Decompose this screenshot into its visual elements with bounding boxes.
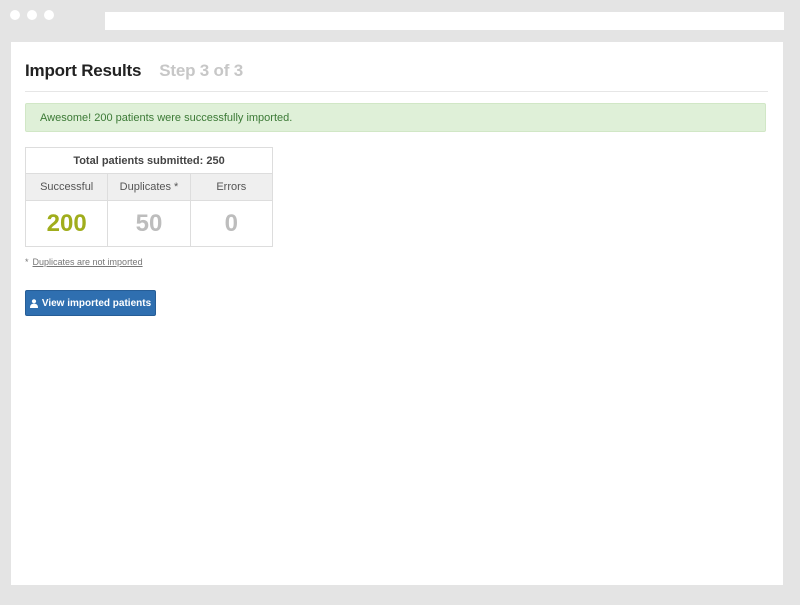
- footnote-star: *: [25, 257, 29, 267]
- window-dot[interactable]: [10, 10, 20, 20]
- success-alert: Awesome! 200 patients were successfully …: [25, 103, 766, 132]
- user-icon: [29, 298, 38, 308]
- page-header: Import Results Step 3 of 3: [25, 61, 768, 92]
- footnote-link[interactable]: Duplicates are not imported: [33, 257, 143, 267]
- errors-count: 0: [189, 200, 274, 247]
- stats-header-row: Successful Duplicates * Errors: [24, 173, 274, 201]
- window-controls: [10, 10, 54, 20]
- total-submitted-label: Total patients submitted: 250: [25, 147, 273, 174]
- view-button-label: View imported patients: [41, 297, 152, 309]
- window-dot[interactable]: [27, 10, 37, 20]
- duplicates-count: 50: [107, 200, 191, 247]
- alert-message: Awesome! 200 patients were successfully …: [40, 111, 293, 124]
- view-imported-patients-button[interactable]: View imported patients: [25, 290, 156, 316]
- window-dot[interactable]: [44, 10, 54, 20]
- step-indicator: Step 3 of 3: [159, 61, 243, 80]
- total-row: Total patients submitted: 250: [25, 147, 273, 174]
- column-header-successful: Successful: [24, 173, 109, 201]
- import-stats-table: Total patients submitted: 250 Successful…: [24, 147, 274, 247]
- column-header-duplicates: Duplicates *: [107, 173, 191, 201]
- duplicates-footnote: * Duplicates are not imported: [25, 257, 143, 267]
- page-title: Import Results: [25, 61, 142, 80]
- column-header-errors: Errors: [189, 173, 274, 201]
- page-content: Import Results Step 3 of 3 Awesome! 200 …: [11, 42, 783, 585]
- successful-count: 200: [24, 200, 109, 247]
- stats-values-row: 200 50 0: [24, 200, 274, 247]
- address-bar[interactable]: [105, 12, 784, 30]
